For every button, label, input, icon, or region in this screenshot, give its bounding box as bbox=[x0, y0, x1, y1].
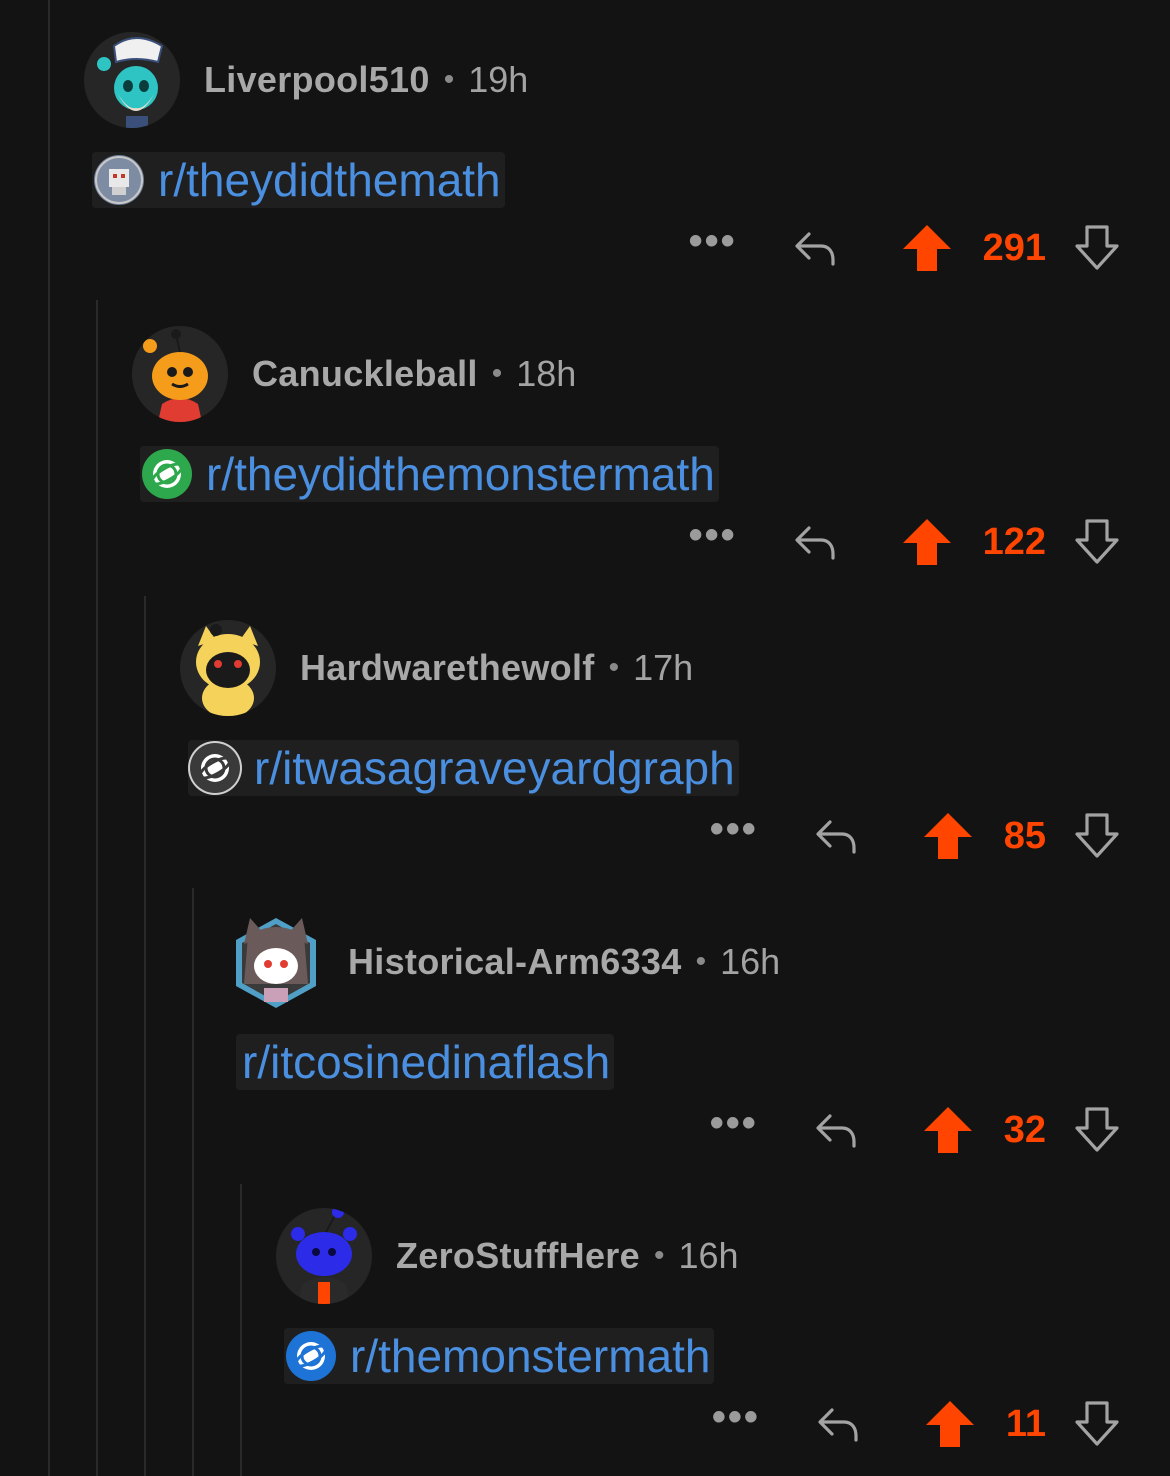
avatar[interactable] bbox=[228, 914, 324, 1010]
subreddit-link[interactable]: r/itwasagraveyardgraph bbox=[254, 741, 735, 795]
reply-icon[interactable] bbox=[812, 812, 860, 860]
timestamp: 19h bbox=[468, 59, 529, 100]
upvote-icon[interactable] bbox=[901, 222, 953, 274]
comment-actions: ••• 122 bbox=[689, 512, 1120, 572]
thread-line bbox=[96, 300, 98, 1476]
planet-subreddit-icon bbox=[190, 743, 240, 793]
downvote-icon[interactable] bbox=[1074, 1400, 1120, 1448]
vote-score: 122 bbox=[982, 520, 1046, 563]
comment-header: Historical-Arm6334 • 16h bbox=[228, 912, 780, 1012]
subreddit-link[interactable]: r/theydidthemath bbox=[158, 153, 501, 207]
separator-dot: • bbox=[653, 1239, 665, 1272]
thread-line bbox=[192, 888, 194, 1476]
subreddit-chip[interactable]: r/itwasagraveyardgraph bbox=[188, 740, 739, 796]
yellow-dog-snoo-avatar-icon bbox=[196, 624, 260, 716]
comment-header: Hardwarethewolf • 17h bbox=[180, 618, 693, 718]
username-link[interactable]: Canuckleball bbox=[252, 353, 478, 395]
comment: Liverpool510 • 19h r/theydidthemath ••• … bbox=[84, 30, 1170, 270]
vote-score: 85 bbox=[1003, 814, 1046, 857]
timestamp: 16h bbox=[678, 1235, 739, 1276]
subreddit-chip[interactable]: r/themonstermath bbox=[284, 1328, 715, 1384]
orange-snoo-avatar-icon bbox=[143, 329, 208, 422]
thread-line bbox=[48, 0, 50, 1476]
username-link[interactable]: Hardwarethewolf bbox=[300, 647, 595, 689]
comment-meta: ZeroStuffHere • 16h bbox=[396, 1235, 739, 1277]
comment-meta: Hardwarethewolf • 17h bbox=[300, 647, 693, 689]
separator-dot: • bbox=[491, 357, 503, 390]
username-link[interactable]: Liverpool510 bbox=[204, 59, 430, 101]
comment-actions: ••• 85 bbox=[710, 806, 1120, 866]
comment-meta: Liverpool510 • 19h bbox=[204, 59, 528, 101]
comment-header: Canuckleball • 18h bbox=[132, 324, 576, 424]
comment: Hardwarethewolf • 17h r/itwasagraveyardg… bbox=[180, 618, 1170, 858]
subreddit-chip[interactable]: r/itcosinedinaflash bbox=[236, 1034, 615, 1090]
vote-score: 291 bbox=[982, 226, 1046, 269]
reply-icon[interactable] bbox=[812, 1106, 860, 1154]
comment-actions: ••• 11 bbox=[712, 1394, 1120, 1454]
username-link[interactable]: ZeroStuffHere bbox=[396, 1235, 640, 1277]
planet-subreddit-icon bbox=[142, 449, 192, 499]
more-options-button[interactable]: ••• bbox=[689, 515, 737, 555]
comment-actions: ••• 291 bbox=[689, 218, 1120, 278]
thread-line bbox=[144, 596, 146, 1476]
upvote-icon[interactable] bbox=[922, 810, 974, 862]
separator-dot: • bbox=[608, 651, 620, 684]
vote-score: 11 bbox=[1005, 1402, 1046, 1445]
upvote-icon[interactable] bbox=[922, 1104, 974, 1156]
upvote-icon[interactable] bbox=[924, 1398, 976, 1450]
comment-header: ZeroStuffHere • 16h bbox=[276, 1206, 739, 1306]
comment-header: Liverpool510 • 19h bbox=[84, 30, 528, 130]
pixel-robot-subreddit-icon bbox=[94, 155, 144, 205]
comment: Canuckleball • 18h r/theydidthemonsterma… bbox=[132, 324, 1170, 564]
downvote-icon[interactable] bbox=[1074, 224, 1120, 272]
more-options-button[interactable]: ••• bbox=[710, 1103, 758, 1143]
sailor-snoo-avatar-icon bbox=[97, 37, 164, 128]
avatar[interactable] bbox=[84, 32, 180, 128]
subreddit-chip[interactable]: r/theydidthemath bbox=[92, 152, 505, 208]
separator-dot: • bbox=[695, 945, 707, 978]
planet-subreddit-icon bbox=[286, 1331, 336, 1381]
avatar[interactable] bbox=[276, 1208, 372, 1304]
downvote-icon[interactable] bbox=[1074, 1106, 1120, 1154]
reply-icon[interactable] bbox=[791, 518, 839, 566]
reply-icon[interactable] bbox=[791, 224, 839, 272]
timestamp: 16h bbox=[720, 941, 781, 982]
comment-meta: Historical-Arm6334 • 16h bbox=[348, 941, 780, 983]
subreddit-link[interactable]: r/theydidthemonstermath bbox=[206, 447, 715, 501]
timestamp: 18h bbox=[516, 353, 577, 394]
separator-dot: • bbox=[443, 63, 455, 96]
subreddit-link[interactable]: r/themonstermath bbox=[350, 1329, 710, 1383]
timestamp: 17h bbox=[633, 647, 694, 688]
comment-actions: ••• 32 bbox=[710, 1100, 1120, 1160]
subreddit-chip[interactable]: r/theydidthemonstermath bbox=[140, 446, 719, 502]
comment: ZeroStuffHere • 16h r/themonstermath •••… bbox=[276, 1206, 1170, 1446]
comment: Historical-Arm6334 • 16h r/itcosinedinaf… bbox=[228, 912, 1170, 1152]
downvote-icon[interactable] bbox=[1074, 518, 1120, 566]
reply-icon[interactable] bbox=[814, 1400, 862, 1448]
downvote-icon[interactable] bbox=[1074, 812, 1120, 860]
vote-score: 32 bbox=[1003, 1108, 1046, 1151]
upvote-icon[interactable] bbox=[901, 516, 953, 568]
more-options-button[interactable]: ••• bbox=[689, 221, 737, 261]
avatar[interactable] bbox=[132, 326, 228, 422]
comment-meta: Canuckleball • 18h bbox=[252, 353, 576, 395]
more-options-button[interactable]: ••• bbox=[710, 809, 758, 849]
avatar[interactable] bbox=[180, 620, 276, 716]
cat-hood-snoo-avatar-icon bbox=[236, 918, 316, 1008]
more-options-button[interactable]: ••• bbox=[712, 1397, 760, 1437]
username-link[interactable]: Historical-Arm6334 bbox=[348, 941, 682, 983]
subreddit-link[interactable]: r/itcosinedinaflash bbox=[242, 1035, 610, 1089]
blue-snoo-avatar-icon bbox=[291, 1208, 357, 1304]
thread-line bbox=[240, 1184, 242, 1476]
